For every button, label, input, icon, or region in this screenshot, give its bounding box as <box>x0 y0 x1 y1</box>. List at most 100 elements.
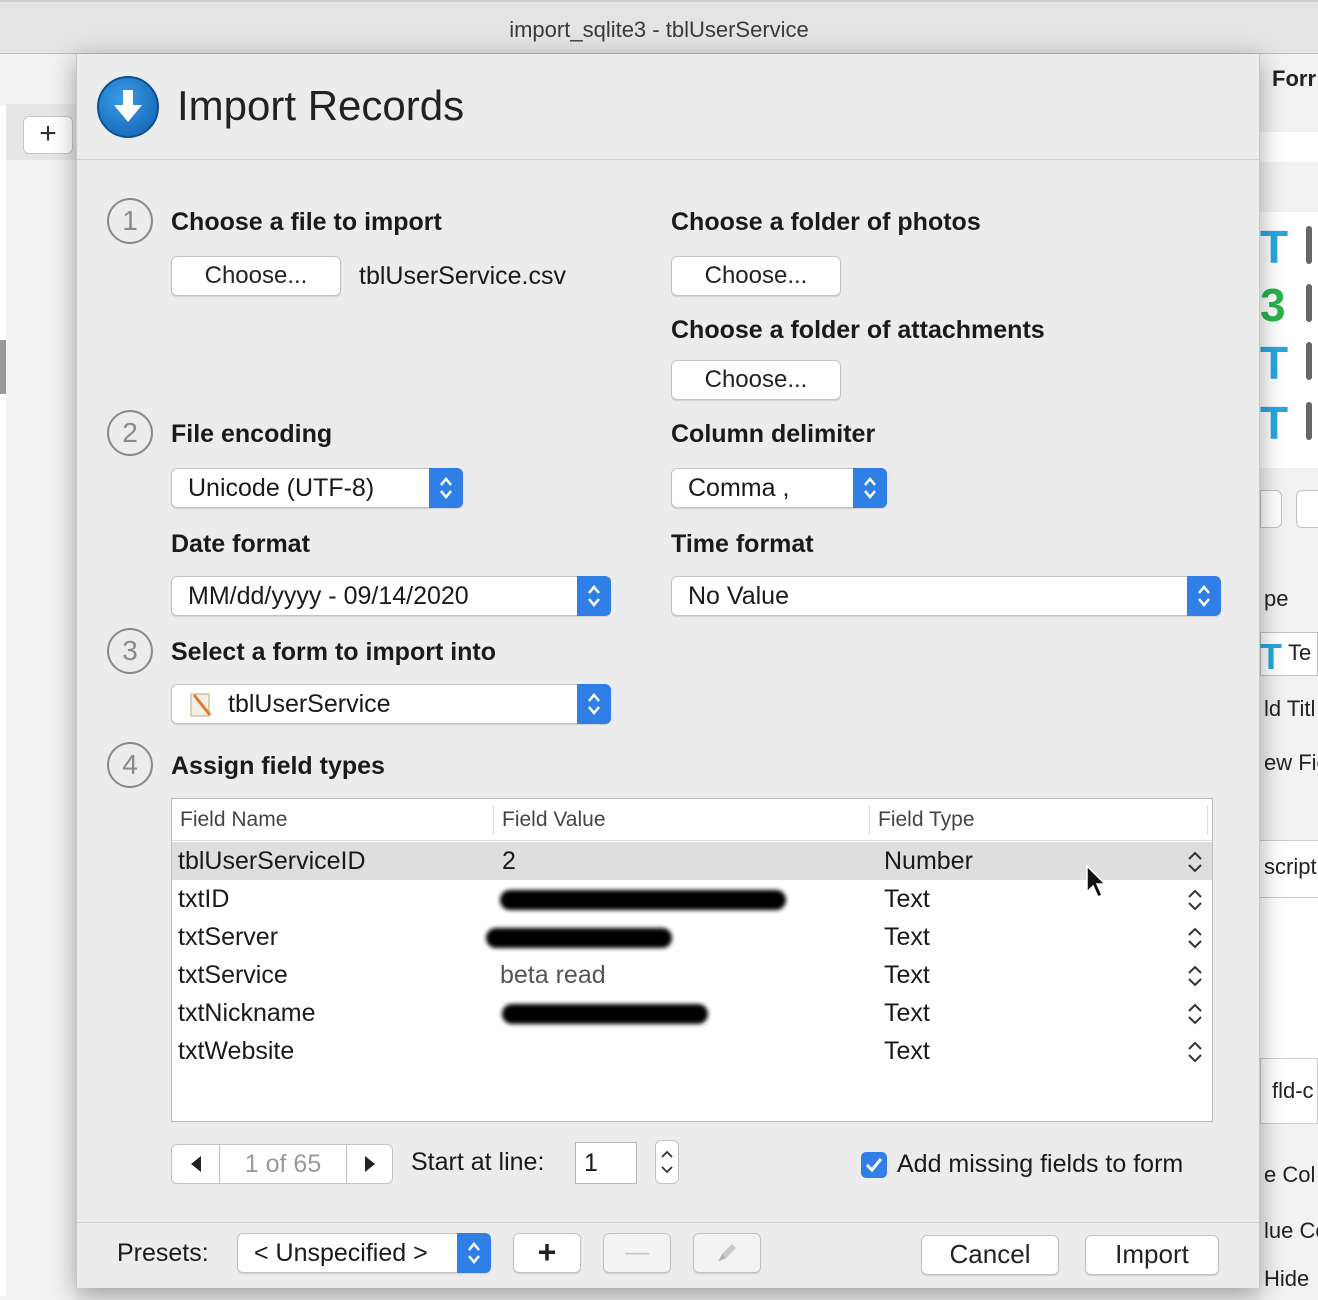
right-small-button[interactable] <box>1296 490 1318 528</box>
table-row[interactable]: tblUserServiceID 2 Number <box>172 842 1212 880</box>
updown-arrows-icon <box>853 468 887 508</box>
field-type-stepper-icon[interactable] <box>1186 964 1204 993</box>
choose-photos-button[interactable]: Choose... <box>671 256 841 296</box>
field-type-stepper-icon[interactable] <box>1186 850 1204 879</box>
text-field-icon: T <box>1260 397 1289 449</box>
field-name: txtNickname <box>178 999 316 1027</box>
file-encoding-select[interactable]: Unicode (UTF-8) <box>171 468 463 508</box>
right-fragment-value-col: lue Co <box>1264 1218 1318 1243</box>
table-row[interactable]: txtNickname Text <box>172 994 1212 1032</box>
field-type: Text <box>884 923 930 951</box>
time-format-select[interactable]: No Value <box>671 576 1221 616</box>
choose-attachments-button[interactable]: Choose... <box>671 360 841 400</box>
field-type-stepper-icon[interactable] <box>1186 1002 1204 1031</box>
photos-folder-label: Choose a folder of photos <box>671 208 981 236</box>
field-type-stepper-icon[interactable] <box>1186 926 1204 955</box>
right-fragment-fld: fld-c <box>1272 1078 1314 1103</box>
field-name: txtID <box>178 885 230 913</box>
selected-filename: tblUserService.csv <box>359 262 566 290</box>
redacted-value <box>500 890 786 910</box>
table-row[interactable]: txtService beta read Text <box>172 956 1212 994</box>
edit-preset-button[interactable] <box>693 1233 761 1273</box>
download-arrow-icon <box>97 76 159 138</box>
column-header-field-name[interactable]: Field Name <box>172 806 494 834</box>
date-format-label: Date format <box>171 530 310 558</box>
date-format-value: MM/dd/yyyy - 09/14/2020 <box>188 582 469 610</box>
target-form-value: tblUserService <box>228 690 391 718</box>
redacted-value <box>486 928 672 948</box>
column-delimiter-select[interactable]: Comma , <box>671 468 887 508</box>
column-header-field-type[interactable]: Field Type <box>870 806 1208 834</box>
redacted-value <box>502 1004 708 1024</box>
drag-handle[interactable] <box>1306 402 1312 440</box>
left-strip <box>0 106 6 1296</box>
table-header: Field Name Field Value Field Type <box>172 799 1212 841</box>
triangle-right-icon <box>364 1156 375 1172</box>
choose-file-button[interactable]: Choose... <box>171 256 341 296</box>
field-type: Text <box>884 961 930 989</box>
cancel-button[interactable]: Cancel <box>921 1235 1059 1275</box>
right-fragment-form: Forr <box>1272 66 1316 91</box>
background-left-pane: + <box>0 54 76 1300</box>
record-pager: 1 of 65 <box>171 1144 393 1184</box>
select-form-label: Select a form to import into <box>171 638 497 666</box>
drag-handle[interactable] <box>1306 284 1312 322</box>
add-preset-button[interactable]: + <box>513 1233 581 1273</box>
background-right-pane: Forr T 3 T T pe Te T ld Titl ew Fie scri… <box>1260 54 1318 1300</box>
dialog-header: Import Records <box>77 54 1259 160</box>
right-fragment-te: Te <box>1288 640 1312 665</box>
table-row[interactable]: txtID Text <box>172 880 1212 918</box>
field-type: Text <box>884 885 930 913</box>
number-field-icon: 3 <box>1260 279 1286 331</box>
column-delimiter-value: Comma , <box>688 474 790 502</box>
import-records-dialog: Import Records 1 Choose a file to import… <box>76 54 1260 1288</box>
checkmark-icon <box>865 1158 883 1173</box>
start-line-input[interactable]: 1 <box>575 1142 637 1184</box>
right-fragment-type: pe <box>1264 586 1289 611</box>
column-header-field-value[interactable]: Field Value <box>494 806 870 834</box>
text-field-icon: T <box>1260 221 1289 273</box>
text-field-icon: T <box>1260 337 1289 389</box>
right-fragment-script: script <box>1264 854 1317 879</box>
start-line-stepper[interactable] <box>655 1140 679 1184</box>
preset-value: < Unspecified > <box>254 1239 428 1267</box>
remove-preset-button[interactable]: — <box>603 1233 671 1273</box>
table-row[interactable]: txtWebsite Text <box>172 1032 1212 1070</box>
date-format-select[interactable]: MM/dd/yyyy - 09/14/2020 <box>171 576 611 616</box>
step-2-badge: 2 <box>107 410 153 456</box>
file-encoding-value: Unicode (UTF-8) <box>188 474 375 502</box>
right-fragment-col: e Col <box>1264 1162 1316 1187</box>
field-type-stepper-icon[interactable] <box>1186 888 1204 917</box>
right-small-button[interactable] <box>1260 490 1282 528</box>
start-line-label: Start at line: <box>411 1148 545 1176</box>
record-position: 1 of 65 <box>244 1150 322 1178</box>
presets-label: Presets: <box>117 1239 209 1267</box>
previous-record-button[interactable] <box>172 1145 220 1183</box>
right-fragment-new-field: ew Fie <box>1264 750 1318 775</box>
updown-arrows-icon <box>577 576 611 616</box>
field-value: beta read <box>500 961 606 989</box>
table-row[interactable]: txtServer Text <box>172 918 1212 956</box>
drag-handle[interactable] <box>1306 226 1312 264</box>
drag-handle[interactable] <box>1306 342 1312 380</box>
field-types-table: Field Name Field Value Field Type tblUse… <box>171 798 1213 1122</box>
step-1-badge: 1 <box>107 198 153 244</box>
field-value: 2 <box>502 847 516 875</box>
field-type: Text <box>884 999 930 1027</box>
right-fragment-field-title: ld Titl <box>1264 696 1316 721</box>
window-title: import_sqlite3 - tblUserService <box>509 17 809 42</box>
target-form-select[interactable]: tblUserService <box>171 684 611 724</box>
updown-arrows-icon <box>1187 576 1221 616</box>
presets-select[interactable]: < Unspecified > <box>237 1233 491 1273</box>
background-add-button[interactable]: + <box>23 116 73 154</box>
updown-arrows-icon <box>577 684 611 724</box>
field-name: txtWebsite <box>178 1037 295 1065</box>
next-record-button[interactable] <box>346 1145 392 1183</box>
right-field <box>1260 132 1318 162</box>
field-type-stepper-icon[interactable] <box>1186 1040 1204 1069</box>
add-missing-fields-checkbox[interactable] <box>861 1152 887 1178</box>
import-button[interactable]: Import <box>1085 1235 1219 1275</box>
choose-file-label: Choose a file to import <box>171 208 442 236</box>
field-name: txtServer <box>178 923 279 951</box>
add-missing-fields-label[interactable]: Add missing fields to form <box>897 1150 1183 1179</box>
